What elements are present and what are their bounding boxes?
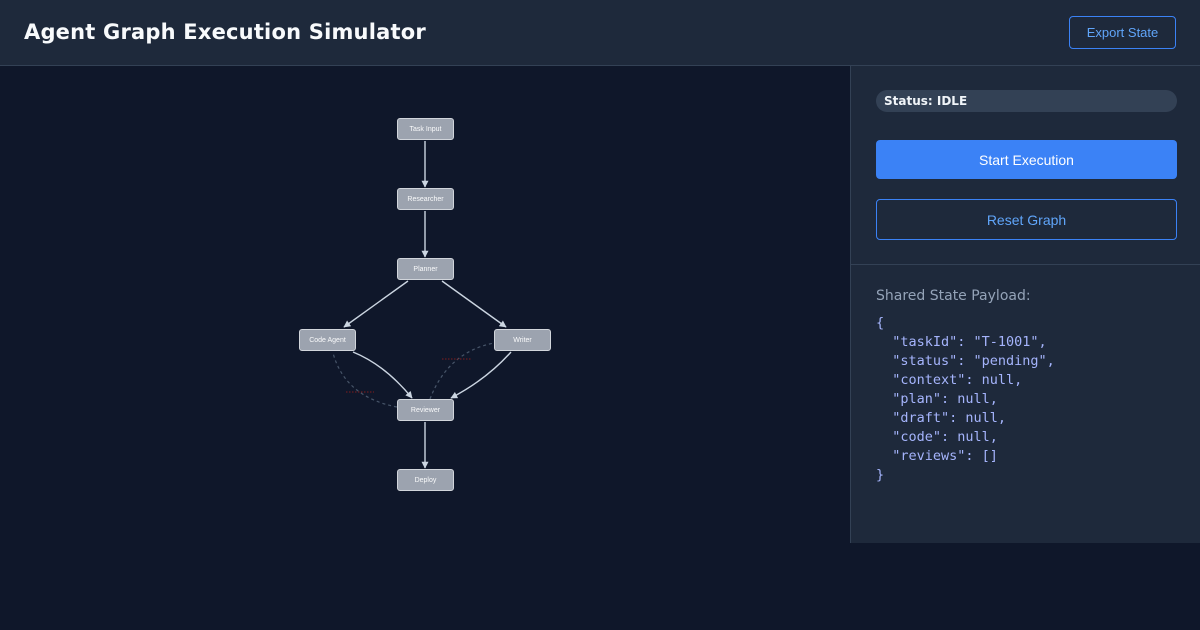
- node-deploy[interactable]: Deploy: [397, 469, 454, 491]
- node-planner[interactable]: Planner: [397, 258, 454, 280]
- export-state-button[interactable]: Export State: [1069, 16, 1176, 49]
- edge-code-agent-reviewer: [352, 351, 413, 399]
- payload-json: { "taskId": "T-1001", "status": "pending…: [876, 315, 1055, 483]
- edge-planner-writer: [441, 280, 507, 328]
- reset-graph-button[interactable]: Reset Graph: [876, 199, 1177, 240]
- graph-canvas[interactable]: Task Input Researcher Planner Code Agent…: [0, 67, 850, 630]
- node-code-agent[interactable]: Code Agent: [299, 329, 356, 351]
- payload-label: Shared State Payload:: [876, 288, 1031, 304]
- graph-edges: [332, 141, 512, 469]
- app-title: Agent Graph Execution Simulator: [24, 20, 426, 44]
- node-reviewer[interactable]: Reviewer: [397, 399, 454, 421]
- status-badge: Status: IDLE: [876, 90, 1177, 112]
- app-header: Agent Graph Execution Simulator Export S…: [0, 0, 1200, 66]
- node-writer[interactable]: Writer: [494, 329, 551, 351]
- start-execution-button[interactable]: Start Execution: [876, 140, 1177, 179]
- node-researcher[interactable]: Researcher: [397, 188, 454, 210]
- sidebar-divider: [851, 264, 1200, 265]
- edge-reviewer-writer-feedback: [429, 342, 495, 400]
- edge-reviewer-code-agent-feedback: [332, 352, 398, 408]
- edge-planner-code-agent: [343, 280, 409, 328]
- node-task-input[interactable]: Task Input: [397, 118, 454, 140]
- control-sidebar: Status: IDLE Start Execution Reset Graph…: [850, 66, 1200, 543]
